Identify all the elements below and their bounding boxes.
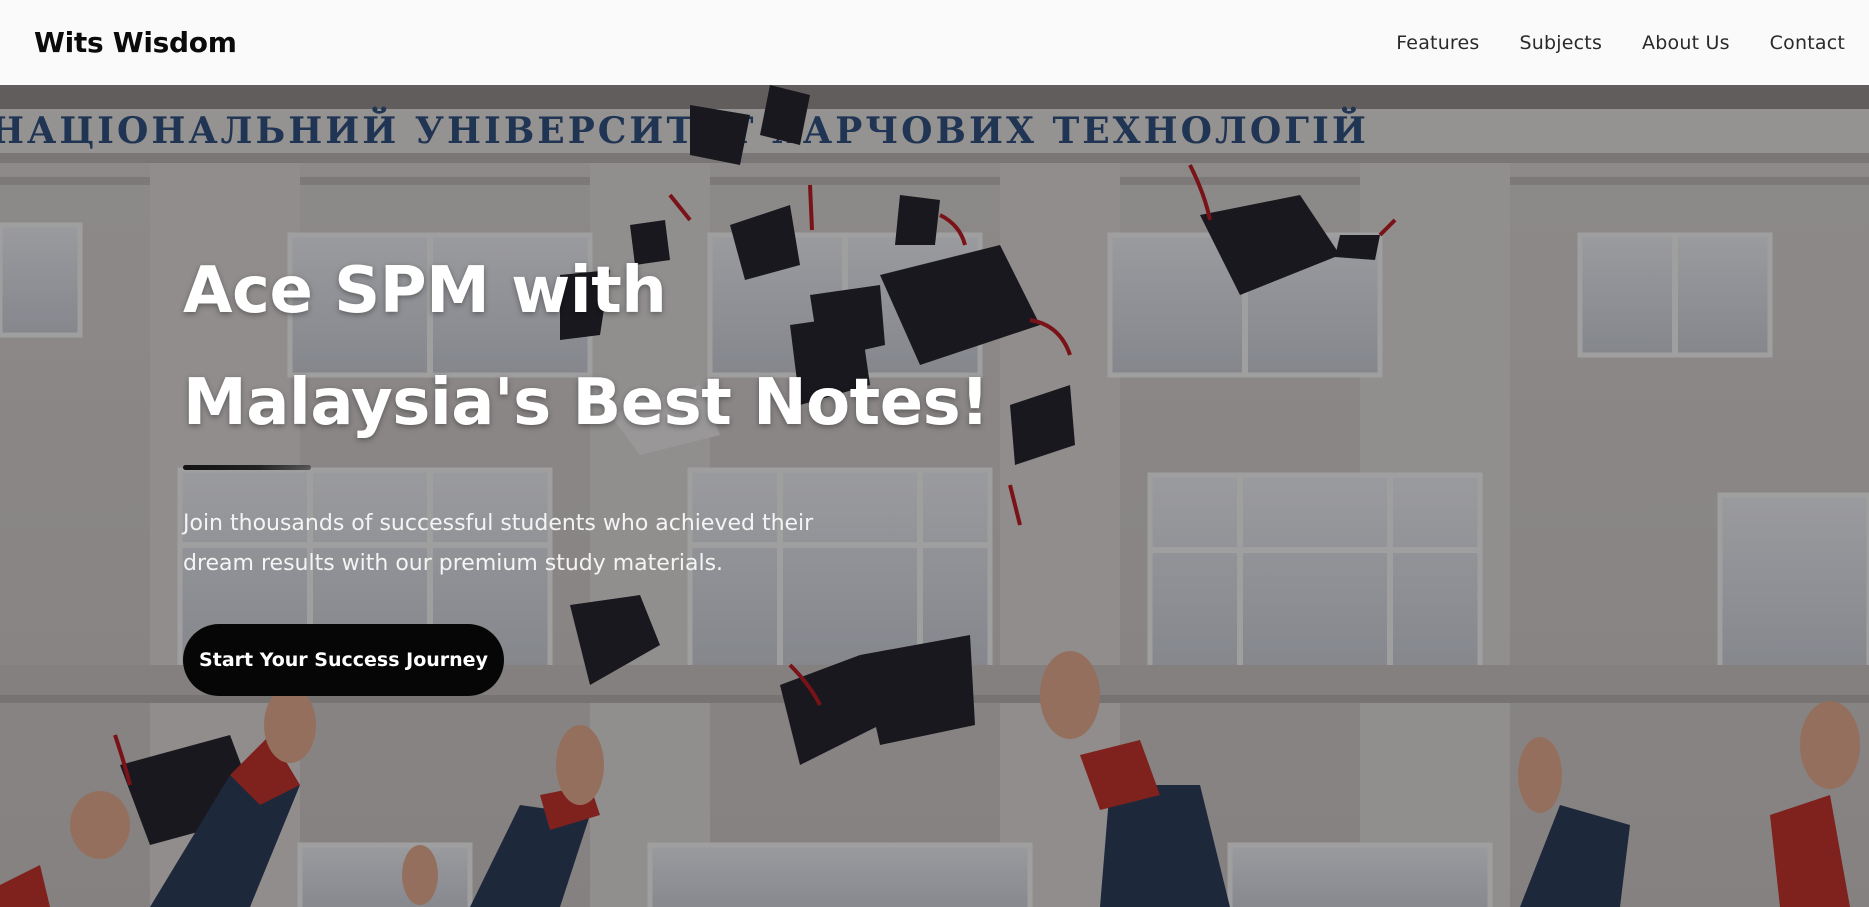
- nav-link-features[interactable]: Features: [1396, 32, 1479, 54]
- hero-section: НАЦІОНАЛЬНИЙ УНІВЕРСИТЕТ ХАРЧОВИХ ТЕХНОЛ…: [0, 85, 1869, 907]
- nav-link-contact[interactable]: Contact: [1770, 32, 1845, 54]
- hero-subtitle: Join thousands of successful students wh…: [183, 511, 814, 576]
- top-navbar: Wits Wisdom Features Subjects About Us C…: [0, 0, 1869, 85]
- brand-logo[interactable]: Wits Wisdom: [34, 26, 237, 59]
- hero-title-line-1: Ace SPM with: [183, 254, 667, 328]
- hero-content: Ace SPM with Malaysia's Best Notes! Join…: [183, 235, 1003, 696]
- start-success-journey-button[interactable]: Start Your Success Journey: [183, 624, 504, 696]
- nav-link-subjects[interactable]: Subjects: [1520, 32, 1603, 54]
- title-underline-accent: [183, 465, 311, 470]
- hero-title: Ace SPM with Malaysia's Best Notes!: [183, 235, 1003, 459]
- hero-title-line-2: Malaysia's Best Notes!: [183, 366, 989, 440]
- nav-link-about-us[interactable]: About Us: [1642, 32, 1730, 54]
- nav-links: Features Subjects About Us Contact: [1356, 32, 1845, 54]
